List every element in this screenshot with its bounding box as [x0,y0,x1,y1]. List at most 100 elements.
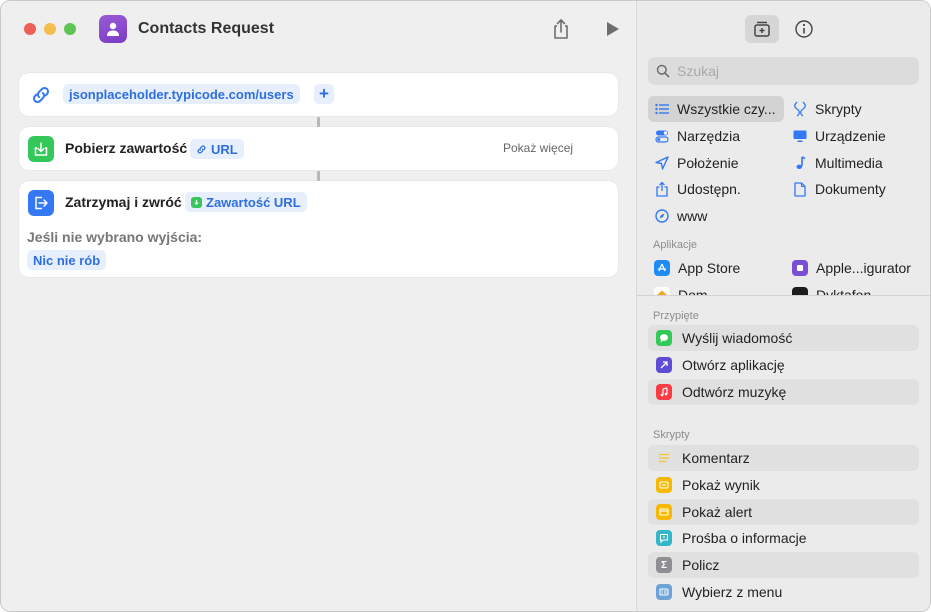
app-item[interactable]: App Store [648,255,740,281]
category-media[interactable]: Multimedia [786,150,883,176]
details-tab[interactable] [787,15,821,43]
apps-section-label: Aplikacje [653,239,698,251]
library-tab[interactable] [745,15,779,43]
pinned-section-label: Przypięte [653,310,699,322]
music-note-icon [792,155,808,171]
action-label: Prośba o informacje [682,530,807,546]
shortcut-icon[interactable] [99,15,127,43]
script-action-ask-for-input[interactable]: Prośba o informacje [648,525,919,551]
url-contents-variable-pill[interactable]: Zawartość URL [185,192,307,212]
category-documents[interactable]: Dokumenty [786,176,886,202]
category-label: Multimedia [815,155,883,171]
zoom-window-button[interactable] [64,23,76,35]
show-result-icon [656,477,672,493]
link-icon [197,145,206,153]
close-window-button[interactable] [24,23,36,35]
category-device[interactable]: Urządzenie [786,123,886,149]
add-url-button[interactable]: + [314,84,334,104]
message-icon [656,330,672,346]
apps-list: App Store Apple...igurator Dom Dyktafon [637,253,930,295]
category-scripts[interactable]: Skrypty [786,96,862,122]
exit-icon [35,196,48,210]
scripts-section-label: Skrypty [653,429,690,441]
show-more-button[interactable]: Pokaż więcej [503,141,573,155]
run-button[interactable] [604,20,622,38]
pinned-action-open-app[interactable]: Otwórz aplikację [648,352,919,378]
add-to-library-icon [754,21,770,37]
app-label: Dom [678,287,708,295]
title-bar: Contacts Request [1,1,636,57]
category-label: www [677,208,708,224]
action-title: Pobierz zawartość [65,140,188,156]
action-label: Wybierz z menu [682,584,783,600]
script-action-show-alert[interactable]: Pokaż alert [648,499,919,525]
search-field[interactable]: Szukaj [648,57,919,85]
action-label: Policz [682,557,720,573]
action-library-pane: Szukaj Wszystkie czy... Narzędzia Położe… [636,1,930,611]
search-placeholder: Szukaj [677,63,720,79]
editor-pane: Contacts Request jsonplaceholder.typicod… [1,1,636,611]
script-action-choose-from-menu[interactable]: Wybierz z menu [648,579,919,605]
comment-icon [656,450,672,466]
action-connector [317,171,320,181]
download-icon [34,142,48,156]
share-button[interactable] [550,17,572,41]
voice-memos-icon [792,287,808,295]
app-item[interactable]: Dyktafon [786,282,871,295]
script-action-count[interactable]: Σ Policz [648,552,919,578]
pinned-action-play-music[interactable]: Odtwórz muzykę [648,379,919,405]
compass-icon [654,208,670,224]
link-icon [32,86,50,104]
document-icon [792,181,808,197]
open-app-icon [656,357,672,373]
alert-icon [656,504,672,520]
category-web[interactable]: www [648,203,707,229]
category-location[interactable]: Położenie [648,150,739,176]
music-icon [656,384,672,400]
no-output-label: Jeśli nie wybrano wyjścia: [27,229,203,245]
url-variable-pill[interactable]: URL [190,139,244,159]
location-arrow-icon [654,155,670,171]
stop-return-action-card[interactable]: Zatrzymaj i zwróć Zawartość URL Jeśli ni… [19,181,618,277]
url-action-card[interactable]: jsonplaceholder.typicode.com/users + [19,73,618,116]
pinned-action-send-message[interactable]: Wyślij wiadomość [648,325,919,351]
home-icon [654,287,670,295]
category-label: Udostępn. [677,181,741,197]
category-label: Narzędzia [677,128,741,144]
script-action-comment[interactable]: Komentarz [648,445,919,471]
action-connector [317,117,320,127]
no-output-value[interactable]: Nic nie rób [27,250,107,270]
info-icon [795,20,813,38]
toggles-icon [654,128,670,144]
category-label: Położenie [677,155,739,171]
url-contents-label: Zawartość URL [206,194,301,210]
category-tools[interactable]: Narzędzia [648,123,740,149]
sigma-icon: Σ [656,557,672,573]
category-label: Skrypty [815,101,862,117]
category-label: Dokumenty [815,181,886,197]
app-item[interactable]: Dom [648,282,708,295]
menu-icon [656,584,672,600]
action-label: Komentarz [682,450,750,466]
person-icon [107,22,119,36]
category-sharing[interactable]: Udostępn. [648,176,741,202]
url-value[interactable]: jsonplaceholder.typicode.com/users [63,84,300,104]
category-all-actions[interactable]: Wszystkie czy... [648,96,784,122]
ask-input-icon [656,530,672,546]
script-action-show-result[interactable]: Pokaż wynik [648,472,919,498]
library-divider [637,295,930,296]
action-title: Zatrzymaj i zwróć [65,194,182,210]
action-label: Wyślij wiadomość [682,330,793,346]
list-icon [654,101,670,117]
apple-configurator-icon [792,260,808,276]
app-item[interactable]: Apple...igurator [786,255,911,281]
minimize-window-button[interactable] [44,23,56,35]
download-action-icon [28,136,54,162]
action-label: Pokaż wynik [682,477,760,493]
get-contents-action-card[interactable]: Pobierz zawartość URL Pokaż więcej [19,127,618,170]
app-label: App Store [678,260,741,276]
app-label: Apple...igurator [816,260,911,276]
category-label: Wszystkie czy... [677,101,776,117]
url-variable-label: URL [211,141,238,157]
action-label: Odtwórz muzykę [682,384,787,400]
